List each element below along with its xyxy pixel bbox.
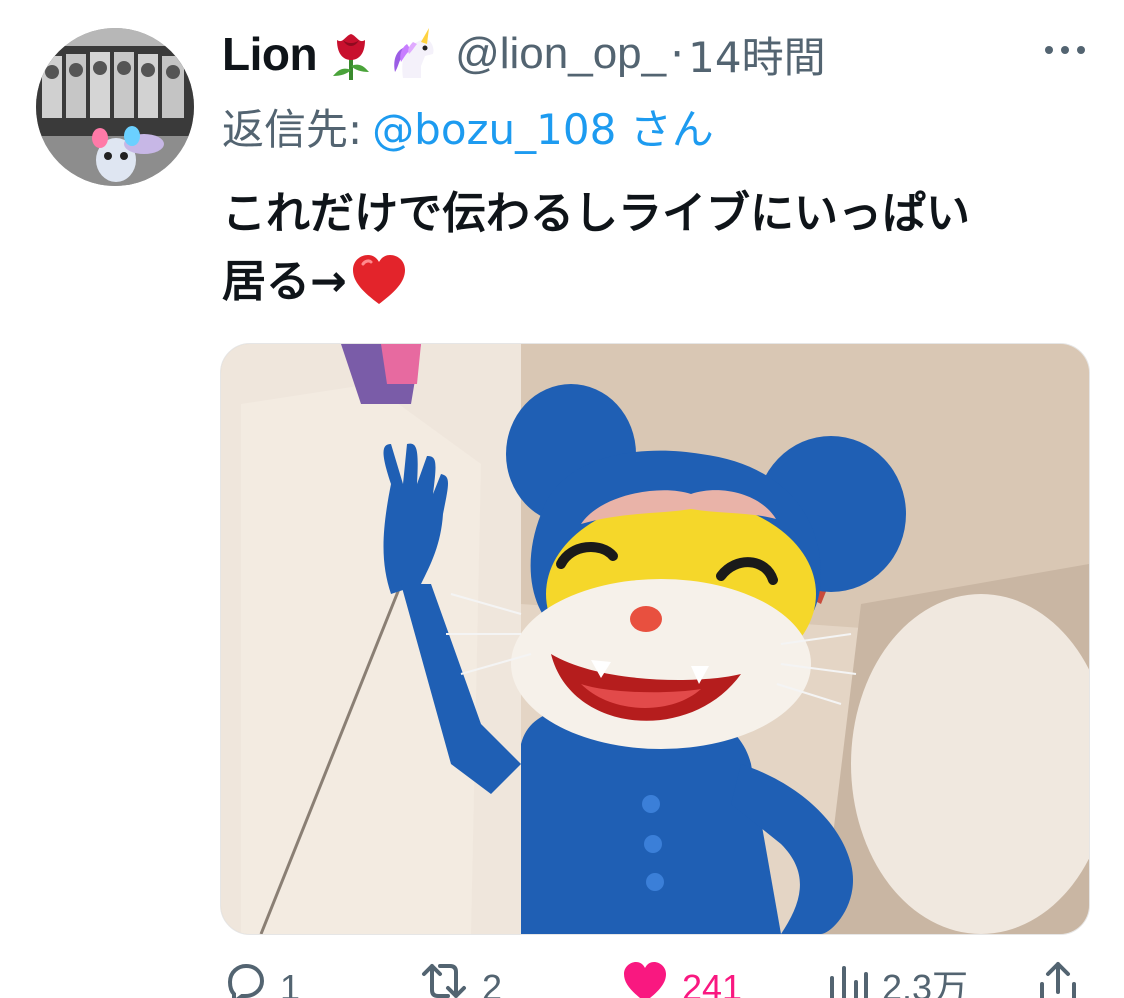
reply-prefix: 返信先: <box>222 104 363 154</box>
tweet-media-image[interactable] <box>220 343 1090 935</box>
tweet[interactable]: Lion @lion_op_ · 14時間 返信先: @bozu_108 さん … <box>0 0 1124 998</box>
tweet-text-line-2-content: 居る→ <box>222 256 347 307</box>
tweet-text-line-2: 居る→ <box>222 248 1102 316</box>
share-icon <box>1040 962 1076 998</box>
separator-dot: · <box>670 28 685 80</box>
views-icon <box>830 966 868 998</box>
retweet-button[interactable]: 2 <box>418 958 502 998</box>
views-count: 2.3万 <box>882 967 969 998</box>
retweet-count: 2 <box>482 967 503 998</box>
reply-target-link[interactable]: @bozu_108 さん <box>372 96 714 157</box>
tweet-text: これだけで伝わるしライブにいっぱい 居る→ <box>222 180 1102 316</box>
more-dots-icon <box>1045 46 1085 54</box>
user-handle[interactable]: @lion_op_ <box>455 29 666 79</box>
red-heart-emoji-icon <box>349 252 409 308</box>
timestamp[interactable]: 14時間 <box>688 24 825 85</box>
unicorn-emoji-icon <box>385 26 441 82</box>
tweet-header: Lion @lion_op_ · 14時間 <box>222 22 826 86</box>
like-button[interactable]: 241 <box>620 958 742 998</box>
retweet-icon <box>422 964 466 998</box>
tweet-text-line-1: これだけで伝わるしライブにいっぱい <box>222 188 970 239</box>
share-button[interactable] <box>1036 958 1080 998</box>
reply-count: 1 <box>280 967 301 998</box>
avatar[interactable] <box>36 28 194 186</box>
rose-emoji-icon <box>323 26 379 82</box>
heart-icon <box>624 962 666 998</box>
tweet-action-bar: 1 2 241 2.3万 <box>0 958 1124 998</box>
reply-button[interactable]: 1 <box>220 958 300 998</box>
reply-icon <box>227 963 265 998</box>
views-button[interactable]: 2.3万 <box>826 958 968 998</box>
more-options-button[interactable] <box>1040 30 1090 70</box>
display-name[interactable]: Lion <box>222 27 318 81</box>
puppet-photo <box>221 344 1089 934</box>
like-count: 241 <box>682 967 743 998</box>
reply-context: 返信先: @bozu_108 さん <box>222 96 714 156</box>
